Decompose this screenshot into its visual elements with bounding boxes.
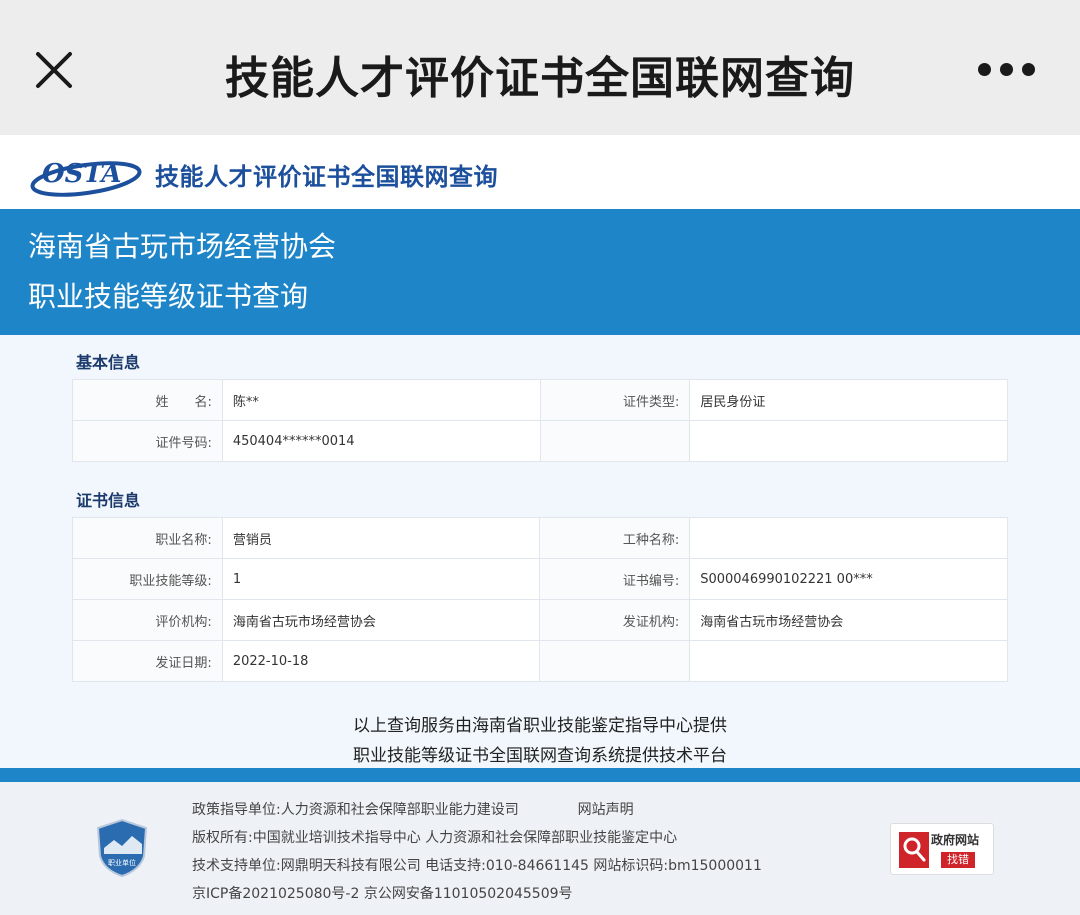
- empty-cell: [539, 420, 691, 462]
- site-title: 技能人才评价证书全国联网查询: [155, 163, 498, 191]
- service-notice: 以上查询服务由海南省职业技能鉴定指导中心提供: [353, 716, 727, 736]
- footer-icp[interactable]: 京ICP备2021025080号-2 京公网安备11010502045509号: [192, 880, 762, 908]
- banner-org-name: 海南省古玩市场经营协会: [28, 230, 337, 263]
- eval-org-label: 评价机构:: [72, 599, 223, 641]
- table-row: 姓 名: 陈** 证件类型: 居民身份证: [72, 379, 1008, 421]
- footer-policy: 政策指导单位:人力资源和社会保障部职业能力建设司: [192, 802, 519, 818]
- basic-info-title: 基本信息: [76, 353, 141, 372]
- footer-policy-row: 政策指导单位:人力资源和社会保障部职业能力建设司 网站声明: [192, 796, 762, 824]
- emblem-text: 职业单位: [108, 858, 136, 867]
- org-banner: 海南省古玩市场经营协会 职业技能等级证书查询: [0, 209, 1080, 335]
- issue-date-label: 发证日期:: [72, 640, 223, 682]
- footer-divider: [0, 768, 1080, 782]
- id-number-value: 450404******0014: [221, 420, 541, 462]
- cert-info-table: 职业名称: 营销员 工种名称: 职业技能等级: 1 证书编号: S0000469…: [72, 517, 1008, 682]
- gov-site-label: 政府网站: [931, 833, 980, 847]
- work-type-value: [689, 517, 1008, 559]
- eval-org-value: 海南省古玩市场经营协会: [221, 599, 541, 641]
- footer-support: 技术支持单位:网鼎明天科技有限公司 电话支持:010-84661145 网站标识…: [192, 858, 762, 874]
- issuer-value: 海南省古玩市场经营协会: [689, 599, 1008, 641]
- site-footer: 职业单位 政策指导单位:人力资源和社会保障部职业能力建设司 网站声明 版权所有:…: [0, 782, 1080, 915]
- cert-number-label: 证书编号:: [539, 558, 691, 600]
- app-bar: 技能人才评价证书全国联网查询: [0, 0, 1080, 135]
- empty-cell: [689, 420, 1008, 462]
- occupation-value: 营销员: [221, 517, 541, 559]
- gov-site-badge[interactable]: 政府网站 找错: [890, 823, 994, 875]
- cert-info-title: 证书信息: [76, 491, 141, 510]
- id-type-value: 居民身份证: [689, 379, 1008, 421]
- name-label: 姓 名:: [72, 379, 223, 421]
- site-statement-link[interactable]: 网站声明: [578, 802, 634, 818]
- footer-copyright: 版权所有:中国就业培训技术指导中心 人力资源和社会保障部职业技能鉴定中心: [192, 830, 678, 846]
- table-row: 评价机构: 海南省古玩市场经营协会 发证机构: 海南省古玩市场经营协会: [72, 599, 1008, 641]
- magnifier-icon: [899, 832, 929, 868]
- site-header: OSTA 技能人才评价证书全国联网查询: [0, 135, 1080, 209]
- work-type-label: 工种名称:: [539, 517, 691, 559]
- cert-number-value: S000046990102221 00***: [689, 558, 1008, 600]
- banner-subtitle: 职业技能等级证书查询: [28, 280, 309, 313]
- name-value: 陈**: [221, 379, 541, 421]
- table-row: 职业技能等级: 1 证书编号: S000046990102221 00***: [72, 558, 1008, 600]
- empty-cell: [689, 640, 1008, 682]
- report-error-badge: 找错: [941, 852, 975, 868]
- table-row: 证件号码: 450404******0014: [72, 420, 1008, 462]
- occupation-label: 职业名称:: [72, 517, 223, 559]
- skill-level-label: 职业技能等级:: [72, 558, 223, 600]
- osta-logo[interactable]: OSTA: [28, 149, 148, 199]
- id-type-label: 证件类型:: [539, 379, 691, 421]
- result-content: 基本信息 姓 名: 陈** 证件类型: 居民身份证 证件号码: 450404**…: [0, 335, 1080, 775]
- issuer-label: 发证机构:: [539, 599, 691, 641]
- table-row: 职业名称: 营销员 工种名称:: [72, 517, 1008, 559]
- osta-logo-text: OSTA: [42, 159, 122, 189]
- footer-text: 政策指导单位:人力资源和社会保障部职业能力建设司 网站声明 版权所有:中国就业培…: [192, 796, 762, 908]
- id-number-label: 证件号码:: [72, 420, 223, 462]
- issue-date-value: 2022-10-18: [221, 640, 541, 682]
- web-page: OSTA 技能人才评价证书全国联网查询 海南省古玩市场经营协会 职业技能等级证书…: [0, 135, 1080, 915]
- basic-info-table: 姓 名: 陈** 证件类型: 居民身份证 证件号码: 450404******0…: [72, 379, 1008, 462]
- skill-level-value: 1: [221, 558, 541, 600]
- table-row: 发证日期: 2022-10-18: [72, 640, 1008, 682]
- shield-emblem-icon[interactable]: 职业单位: [96, 818, 148, 878]
- platform-notice: 职业技能等级证书全国联网查询系统提供技术平台: [353, 746, 727, 766]
- empty-cell: [539, 640, 691, 682]
- more-icon[interactable]: [976, 60, 1036, 80]
- app-title: 技能人才评价证书全国联网查询: [225, 53, 855, 104]
